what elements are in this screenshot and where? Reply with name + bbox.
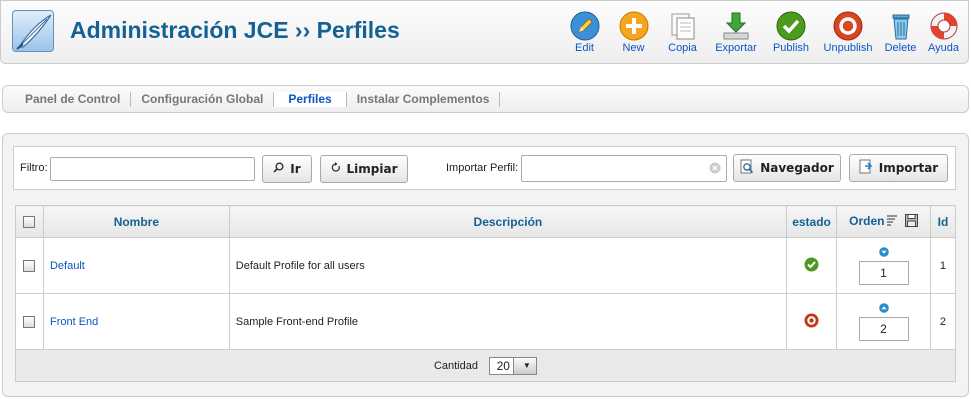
unpublish-circle-icon — [833, 11, 863, 41]
export-button[interactable]: Exportar — [707, 9, 765, 59]
column-header-order: Orden — [836, 205, 931, 238]
delete-button[interactable]: Delete — [879, 9, 922, 59]
name-cell: Front End — [42, 293, 230, 350]
profiles-table: Nombre Descripción estado Orden Id Defau… — [15, 205, 957, 382]
tab-install-plugins[interactable]: Instalar Complementos — [347, 92, 501, 107]
download-arrow-icon — [723, 12, 749, 40]
browse-button[interactable]: Navegador — [733, 154, 841, 182]
filter-label: Filtro: — [20, 162, 48, 174]
reset-button[interactable]: Limpiar — [320, 155, 408, 183]
publish-label: Publish — [772, 42, 810, 54]
state-cell — [786, 237, 838, 294]
checkmark-icon — [776, 11, 806, 41]
limit-label: Cantidad — [433, 359, 478, 372]
column-header-state[interactable]: estado — [786, 205, 838, 238]
description-cell: Sample Front-end Profile — [228, 293, 788, 350]
copy-documents-icon — [671, 13, 694, 40]
edit-label: Edit — [575, 42, 594, 54]
tab-list: Panel de Control Configuración Global Pe… — [15, 92, 501, 107]
filter-bar: Filtro: Ir Limpiar Importar Perfil: Nave… — [13, 146, 956, 190]
browse-label: Navegador — [760, 161, 834, 175]
tab-control-panel[interactable]: Panel de Control — [15, 92, 132, 107]
reset-label: Limpiar — [346, 162, 398, 176]
jce-logo-icon — [12, 10, 54, 52]
go-label: Ir — [290, 162, 301, 176]
table-row: Front End Sample Front-end Profile 2 2 — [15, 293, 957, 350]
id-cell: 1 — [929, 237, 957, 294]
help-label: Ayuda — [928, 42, 959, 54]
limit-select[interactable]: 20 ▼ — [489, 356, 538, 375]
refresh-icon — [331, 162, 341, 176]
description-cell: Default Profile for all users — [228, 237, 788, 294]
row-select-cell — [15, 237, 44, 294]
tab-global-config[interactable]: Configuración Global — [131, 92, 275, 107]
unpublish-button[interactable]: Unpublish — [817, 9, 879, 59]
order-down-arrow-icon[interactable] — [878, 246, 889, 257]
profile-name-link[interactable]: Default — [50, 260, 85, 272]
publish-button[interactable]: Publish — [765, 9, 817, 59]
filter-input[interactable] — [50, 157, 255, 181]
table-header-row: Nombre Descripción estado Orden Id — [15, 205, 957, 238]
page-title: Administración JCE ›› Perfiles — [70, 17, 400, 43]
row-select-cell — [15, 293, 44, 350]
order-cell: 1 — [836, 237, 931, 294]
lifebuoy-icon — [930, 12, 957, 40]
pagination-cell: Cantidad 20 ▼ — [15, 349, 956, 382]
save-order-icon[interactable] — [904, 213, 918, 230]
trash-icon — [892, 14, 909, 40]
magnifier-document-icon — [740, 159, 754, 178]
edit-button[interactable]: Edit — [560, 9, 609, 59]
limit-value: 20 — [496, 358, 510, 373]
import-document-icon — [859, 159, 873, 178]
profile-name-link[interactable]: Front End — [50, 316, 98, 328]
delete-label: Delete — [884, 42, 917, 54]
order-cell: 2 — [836, 293, 931, 350]
edit-pencil-icon — [570, 11, 599, 41]
sort-icon[interactable] — [886, 214, 898, 229]
chevron-down-icon[interactable]: ▼ — [512, 357, 537, 374]
main-panel: Filtro: Ir Limpiar Importar Perfil: Nave… — [2, 133, 969, 397]
header-bar: Administración JCE ›› Perfiles Edit New — [0, 0, 969, 64]
order-input[interactable]: 2 — [858, 316, 909, 341]
submenu-bar: Panel de Control Configuración Global Pe… — [2, 85, 969, 113]
order-up-arrow-icon[interactable] — [878, 302, 889, 313]
select-all-header — [15, 205, 44, 238]
copy-button[interactable]: Copia — [658, 9, 707, 59]
state-cell — [786, 293, 838, 350]
select-all-checkbox[interactable] — [23, 216, 36, 229]
column-header-description[interactable]: Descripción — [228, 205, 788, 238]
published-check-icon[interactable] — [804, 257, 819, 275]
clear-input-icon[interactable] — [709, 162, 721, 177]
table-row: Default Default Profile for all users 1 … — [15, 237, 957, 294]
toolbar: Edit New Copia Exportar Publish Unpublis… — [560, 9, 965, 59]
import-profile-label: Importar Perfil: — [446, 162, 519, 174]
copy-label: Copia — [668, 42, 697, 54]
column-header-id[interactable]: Id — [929, 205, 957, 238]
order-header-label[interactable]: Orden — [849, 214, 884, 228]
tab-profiles[interactable]: Perfiles — [274, 92, 347, 107]
export-label: Exportar — [715, 42, 757, 54]
new-label: New — [622, 42, 645, 54]
go-button[interactable]: Ir — [262, 155, 312, 183]
id-cell: 2 — [929, 293, 957, 350]
unpublished-circle-icon[interactable] — [804, 313, 819, 331]
import-button[interactable]: Importar — [849, 154, 948, 182]
table-footer-row: Cantidad 20 ▼ — [15, 349, 956, 382]
row-checkbox[interactable] — [23, 315, 36, 328]
name-cell: Default — [42, 237, 230, 294]
import-file-input[interactable] — [521, 155, 727, 182]
row-checkbox[interactable] — [23, 259, 36, 272]
search-icon — [273, 162, 284, 176]
unpublish-label: Unpublish — [823, 42, 873, 54]
import-label: Importar — [878, 161, 939, 175]
help-button[interactable]: Ayuda — [922, 9, 965, 59]
column-header-name[interactable]: Nombre — [42, 205, 230, 238]
order-input[interactable]: 1 — [858, 260, 909, 285]
plus-icon — [619, 11, 648, 41]
new-button[interactable]: New — [609, 9, 658, 59]
